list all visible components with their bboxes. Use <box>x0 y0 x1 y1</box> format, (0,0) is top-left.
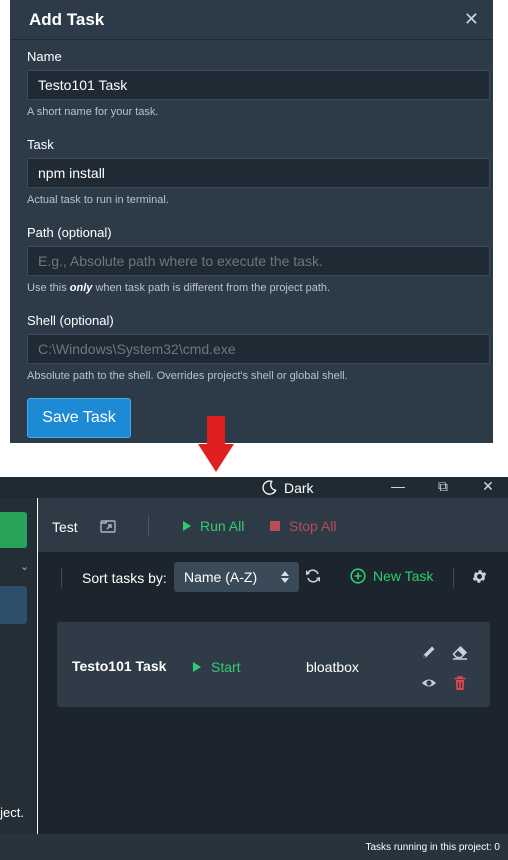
project-name: Test <box>52 519 78 535</box>
shell-field[interactable] <box>27 334 490 364</box>
refresh-icon[interactable] <box>305 568 321 584</box>
modal-title: Add Task <box>29 10 105 29</box>
screenshot-root: Add Task ✕ Name A short name for your ta… <box>0 0 508 860</box>
stop-icon <box>270 521 280 531</box>
projects-sidebar: ⌄ oject. <box>0 498 37 834</box>
chevron-down-icon[interactable]: ⌄ <box>20 560 29 573</box>
moon-icon <box>262 480 277 495</box>
save-task-button[interactable]: Save Task <box>27 398 131 438</box>
play-icon <box>193 662 201 672</box>
path-field[interactable] <box>27 246 490 276</box>
toolbar-divider-right <box>453 568 454 588</box>
path-help-before: Use this <box>27 282 70 294</box>
run-all-button[interactable]: Run All <box>183 518 244 534</box>
run-all-label: Run All <box>200 518 245 534</box>
project-topbar: Test Run All Stop All <box>38 498 508 552</box>
tasks-toolbar: Sort tasks by: Name (A-Z) New Task <box>38 552 508 602</box>
task-field[interactable] <box>27 158 490 188</box>
minimize-button[interactable]: — <box>383 477 413 498</box>
name-field[interactable] <box>27 70 490 100</box>
status-bar: Tasks running in this project: 0 <box>0 834 508 860</box>
gear-icon[interactable] <box>471 568 488 585</box>
path-help-emphasis: only <box>69 282 93 294</box>
eye-icon[interactable] <box>421 675 437 691</box>
close-icon[interactable]: ✕ <box>464 10 479 28</box>
sort-label: Sort tasks by: <box>82 570 167 586</box>
task-start-label: Start <box>211 659 241 675</box>
new-task-label: New Task <box>373 568 434 584</box>
path-help-after: when task path is different from the pro… <box>92 282 331 294</box>
task-label: Task <box>27 137 54 152</box>
window-titlebar: Dark — ⧉ ✕ <box>0 477 508 498</box>
task-card: Testo101 Task Start bloatbox <box>57 622 490 707</box>
sidebar-green-button[interactable] <box>0 512 27 548</box>
task-shell: bloatbox <box>306 659 359 675</box>
stop-all-label: Stop All <box>289 518 337 534</box>
task-name: Testo101 Task <box>72 658 167 674</box>
open-folder-icon[interactable] <box>100 518 118 534</box>
name-label: Name <box>27 49 62 64</box>
down-arrow-icon <box>198 416 234 472</box>
shell-label: Shell (optional) <box>27 313 114 328</box>
trash-icon[interactable] <box>452 675 468 691</box>
theme-toggle[interactable]: Dark <box>262 479 314 496</box>
restore-button[interactable]: ⧉ <box>428 477 458 498</box>
plus-circle-icon <box>350 568 366 584</box>
sort-value: Name (A-Z) <box>184 569 258 585</box>
sidebar-truncated-text: oject. <box>0 805 24 820</box>
path-label: Path (optional) <box>27 225 112 240</box>
play-icon <box>183 521 191 531</box>
add-task-modal: Add Task ✕ Name A short name for your ta… <box>10 0 493 443</box>
task-start-button[interactable]: Start <box>193 659 241 675</box>
shell-help: Absolute path to the shell. Overrides pr… <box>27 370 348 382</box>
pencil-icon[interactable] <box>421 644 437 660</box>
task-help: Actual task to run in terminal. <box>27 194 169 206</box>
stop-all-button[interactable]: Stop All <box>270 518 336 534</box>
eraser-icon[interactable] <box>452 644 468 660</box>
status-text: Tasks running in this project: 0 <box>365 842 500 853</box>
project-main: Test Run All Stop All Sort tasks by: Nam… <box>38 498 508 834</box>
path-help: Use this only when task path is differen… <box>27 282 330 294</box>
select-arrows-icon <box>281 571 289 583</box>
name-help: A short name for your task. <box>27 106 159 118</box>
sidebar-item-selected[interactable] <box>0 586 27 624</box>
window-close-button[interactable]: ✕ <box>473 477 503 498</box>
new-task-button[interactable]: New Task <box>350 568 433 584</box>
toolbar-divider-left <box>61 568 62 588</box>
topbar-divider <box>148 515 149 537</box>
sort-select[interactable]: Name (A-Z) <box>174 562 299 592</box>
theme-label: Dark <box>284 479 314 496</box>
modal-header: Add Task ✕ <box>10 0 493 40</box>
